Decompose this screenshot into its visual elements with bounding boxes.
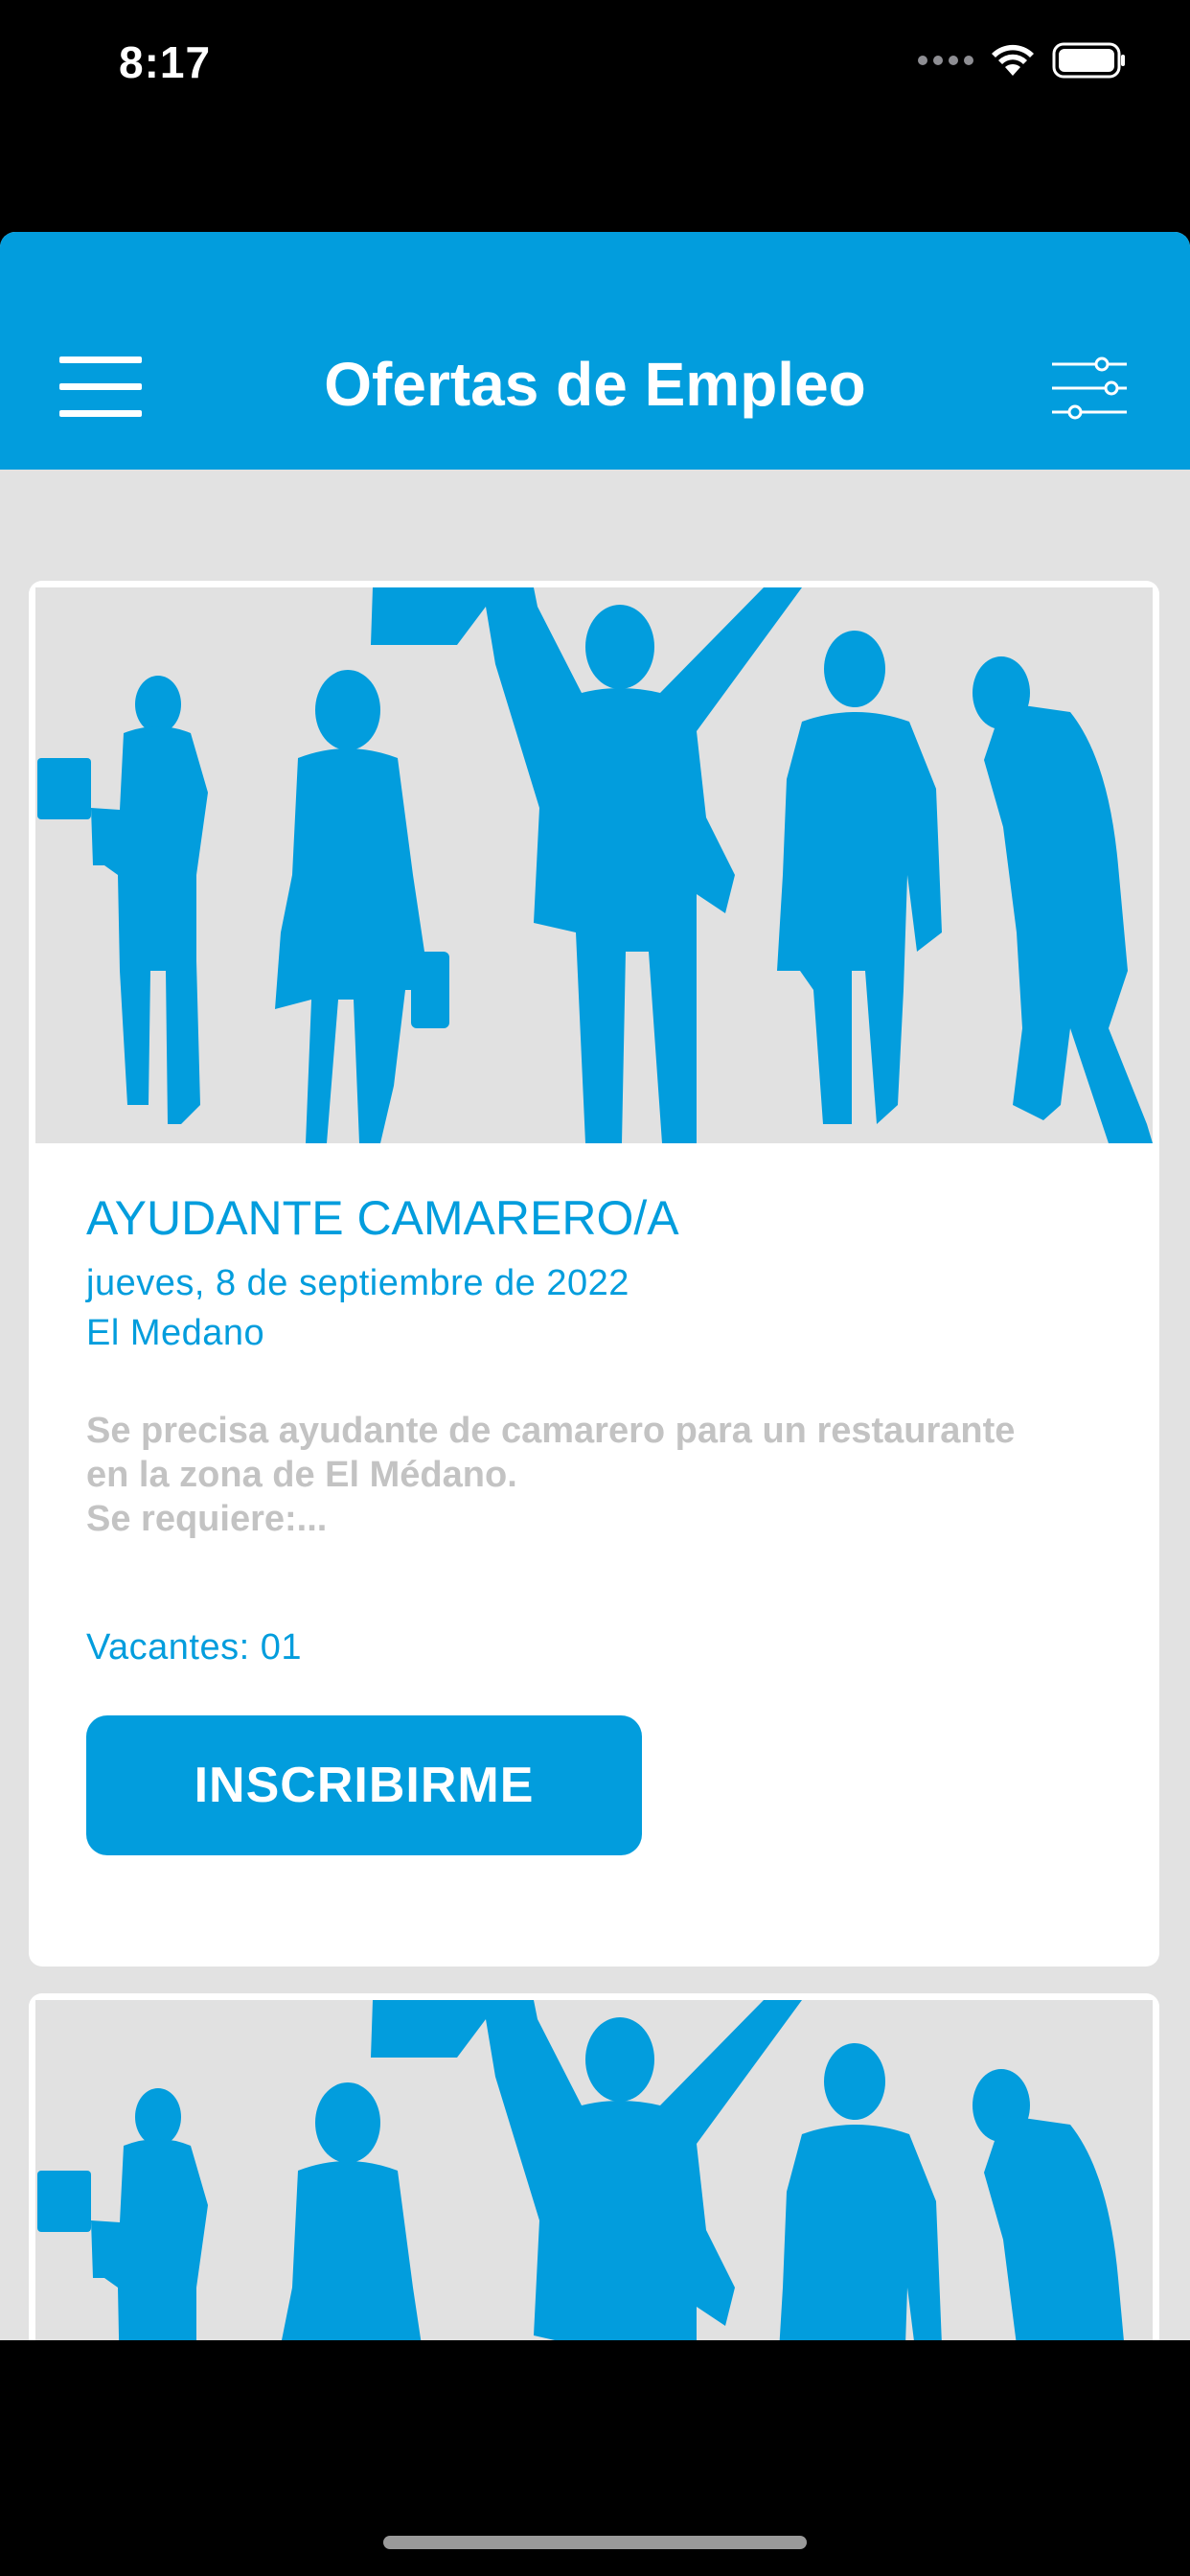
- status-bar: 8:17: [0, 0, 1190, 134]
- job-description: Se precisa ayudante de camarero para un …: [86, 1411, 1016, 1539]
- phone-screen: 8:17 Ofertas de Empleo AYUDANTE CAMARERO…: [0, 0, 1190, 2576]
- filter-sliders-icon[interactable]: [1052, 356, 1127, 420]
- page-title: Ofertas de Empleo: [324, 350, 866, 419]
- battery-icon: [1052, 42, 1125, 79]
- people-silhouettes-image: [35, 2000, 1153, 2340]
- cellular-signal-icon: [918, 56, 973, 65]
- job-location: El Medano: [86, 1313, 265, 1353]
- status-time: 8:17: [119, 37, 212, 87]
- job-date: jueves, 8 de septiembre de 2022: [86, 1263, 629, 1303]
- job-card-body: AYUDANTE CAMARERO/A jueves, 8 de septiem…: [86, 1190, 1121, 1919]
- people-silhouettes-image: [35, 587, 1153, 1143]
- job-vacancies: Vacantes: 01: [86, 1627, 303, 1668]
- job-title[interactable]: AYUDANTE CAMARERO/A: [86, 1190, 679, 1246]
- job-list: AYUDANTE CAMARERO/A jueves, 8 de septiem…: [0, 470, 1190, 2340]
- job-card[interactable]: AYUDANTE CAMARERO/A jueves, 8 de septiem…: [29, 581, 1159, 1966]
- home-indicator[interactable]: [383, 2536, 807, 2549]
- wifi-icon: [992, 44, 1034, 76]
- navbar: Ofertas de Empleo: [0, 232, 1190, 470]
- job-card[interactable]: [29, 1993, 1159, 2340]
- app-container: Ofertas de Empleo AYUDANTE CAMARERO/A ju…: [0, 232, 1190, 2340]
- apply-button[interactable]: INSCRIBIRME: [86, 1715, 642, 1855]
- status-icons: [918, 42, 1127, 79]
